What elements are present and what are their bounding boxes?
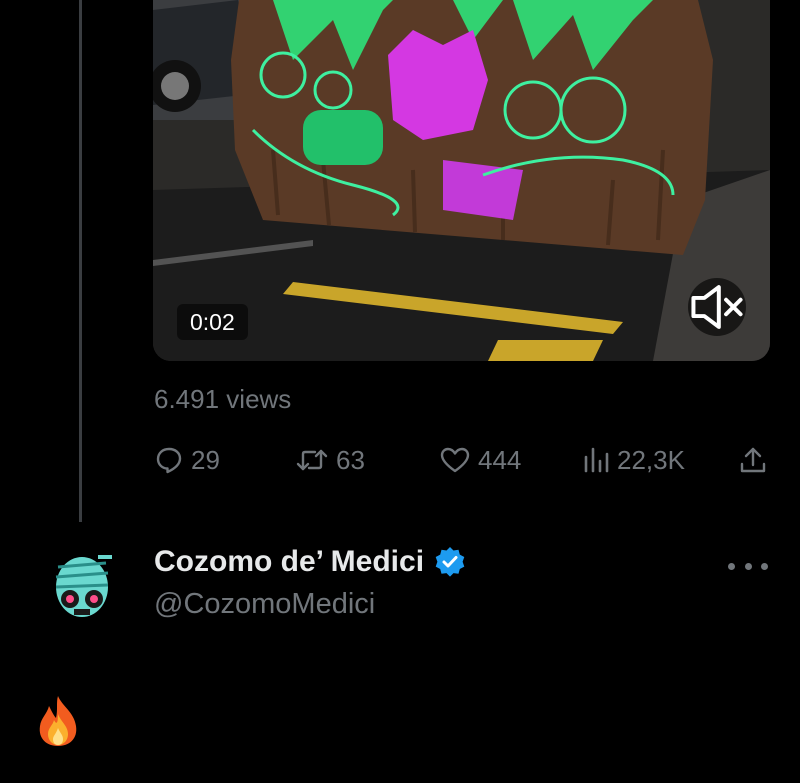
user-avatar-image <box>40 549 120 629</box>
like-button[interactable]: 444 <box>439 440 521 480</box>
impressions-count: 22,3K <box>617 444 685 475</box>
share-upload-icon <box>740 447 766 473</box>
tweet-thread-view: 0:02 6.491 views 29 63 444 22,3K Cozomo … <box>0 0 800 783</box>
bar-chart-icon <box>584 447 609 473</box>
repost-arrows-icon <box>296 449 328 471</box>
verified-badge-icon[interactable] <box>434 546 466 578</box>
fire-emoji-icon <box>39 696 77 746</box>
mute-toggle-button[interactable] <box>688 278 746 336</box>
view-count: 6.491 views <box>154 384 292 414</box>
more-dots-icon <box>744 562 752 570</box>
speaker-muted-icon <box>691 285 743 329</box>
impressions-button[interactable]: 22,3K <box>582 440 685 480</box>
share-button[interactable] <box>738 440 768 480</box>
author-handle[interactable]: @CozomoMedici <box>154 588 375 621</box>
reply-button[interactable]: 29 <box>154 440 220 480</box>
reply-author-row: Cozomo de’ Medici <box>154 545 466 579</box>
author-display-name[interactable]: Cozomo de’ Medici <box>154 545 424 579</box>
video-player[interactable]: 0:02 <box>153 0 770 361</box>
tweet-body-emoji <box>34 694 82 748</box>
video-timestamp: 0:02 <box>177 304 248 340</box>
thread-connector-line <box>79 0 82 522</box>
more-options-button[interactable] <box>728 556 768 576</box>
repost-button[interactable]: 63 <box>295 440 365 480</box>
more-dots-icon <box>728 562 735 570</box>
repost-count: 63 <box>336 444 365 475</box>
tweet-action-bar: 29 63 444 22,3K <box>154 440 770 480</box>
like-count: 444 <box>478 444 522 475</box>
reply-count: 29 <box>191 444 220 475</box>
heart-icon <box>440 447 470 473</box>
reply-bubble-icon <box>156 447 182 474</box>
more-dots-icon <box>761 562 768 570</box>
zombie-avatar[interactable] <box>40 549 120 629</box>
